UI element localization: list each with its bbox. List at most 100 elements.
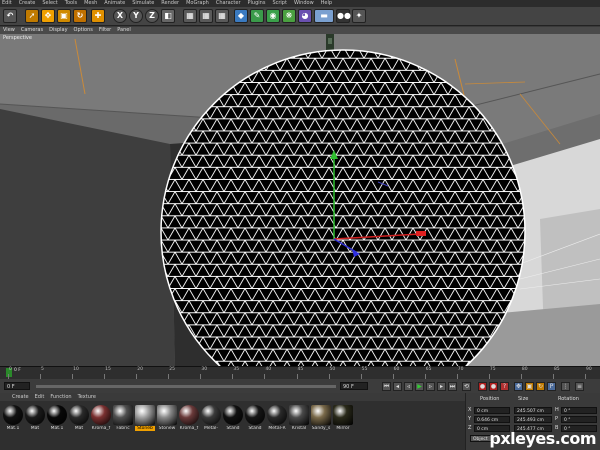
menu-item-plugins[interactable]: Plugins (248, 0, 266, 7)
material-swatch[interactable]: Sandy_s (311, 405, 331, 431)
light-button[interactable]: ✦ (352, 9, 366, 23)
viewport-menu-cameras[interactable]: Cameras (21, 27, 43, 34)
menu-item-help[interactable]: Help (321, 0, 332, 7)
material-swatch[interactable]: Metal- (201, 405, 221, 431)
prev-key-button[interactable]: ◂ (393, 382, 402, 391)
render-view-button[interactable]: ▦ (183, 9, 197, 23)
menu-item-window[interactable]: Window (294, 0, 314, 7)
start-frame-field[interactable]: 0 F (4, 382, 30, 390)
timeline[interactable]: 0 5 10 15 20 25 30 35 40 45 50 55 60 65 70 75 80 85 90 0 F (0, 366, 600, 380)
render-settings-button[interactable]: ▦ (215, 9, 229, 23)
menu-item-edit[interactable]: Edit (2, 0, 12, 7)
material-swatch[interactable]: Fabric (113, 405, 133, 431)
keyframe-selection-button[interactable]: ? (500, 382, 509, 391)
material-menu-edit[interactable]: Edit (35, 393, 45, 401)
viewport-menu-panel[interactable]: Panel (117, 27, 131, 34)
spline-button[interactable]: ✎ (250, 9, 264, 23)
menu-item-render[interactable]: Render (161, 0, 179, 7)
menu-item-create[interactable]: Create (19, 0, 36, 7)
key-position-button[interactable]: ✥ (514, 382, 523, 391)
deformer-button[interactable]: ◕ (298, 9, 312, 23)
play-button[interactable]: ▶ (415, 382, 424, 391)
menu-item-select[interactable]: Select (42, 0, 57, 7)
deformer-icon: ◕ (301, 11, 309, 20)
viewport-menu-options[interactable]: Options (74, 27, 93, 34)
material-menu-create[interactable]: Create (12, 393, 29, 401)
menu-item-tools[interactable]: Tools (65, 0, 77, 7)
range-slider[interactable] (36, 385, 336, 388)
material-name: Kroma_f (91, 426, 111, 431)
material-swatch[interactable]: Kroma_f (91, 405, 111, 431)
key-scale-button[interactable]: ▣ (525, 382, 534, 391)
y-position-field[interactable]: 0.646 cm (474, 416, 510, 423)
y-size-field[interactable]: 245.493 cm (514, 416, 552, 423)
viewport-menu-filter[interactable]: Filter (99, 27, 111, 34)
x-size-field[interactable]: 245.507 cm (514, 407, 552, 414)
end-frame-field[interactable]: 90 F (340, 382, 368, 390)
material-swatch[interactable]: Kristal (289, 405, 309, 431)
material-swatch[interactable]: Stonew (157, 405, 177, 431)
material-swatch[interactable]: Mat (69, 405, 89, 431)
camera-button[interactable]: ●● (336, 9, 351, 23)
menu-item-mograph[interactable]: MoGraph (186, 0, 209, 7)
key-param-button[interactable]: P (547, 382, 556, 391)
select-tool-button[interactable]: ➚ (25, 9, 39, 23)
material-menu-texture[interactable]: Texture (78, 393, 96, 401)
viewport[interactable]: Perspective (0, 34, 600, 366)
menu-item-mesh[interactable]: Mesh (84, 0, 97, 7)
material-menu-function[interactable]: Function (50, 393, 71, 401)
material-swatch[interactable]: Mat.1 (3, 405, 23, 431)
material-swatch[interactable]: Stoneb (135, 405, 155, 431)
next-frame-button[interactable]: ▹ (426, 382, 435, 391)
key-pla-button[interactable]: ⋮ (561, 382, 570, 391)
go-start-button[interactable]: ⏮ (382, 382, 391, 391)
autokey-button[interactable]: ● (489, 382, 498, 391)
primitive-cube-button[interactable]: ◆ (234, 9, 248, 23)
record-button[interactable]: ● (478, 382, 487, 391)
rotate-tool-button[interactable]: ↻ (73, 9, 87, 23)
viewport-menu: View Cameras Display Options Filter Panel (0, 27, 600, 34)
scale-tool-button[interactable]: ▣ (57, 9, 71, 23)
coord-system-button[interactable]: ◧ (161, 9, 175, 23)
step-back-icon: ◃ (406, 383, 410, 390)
x-position-field[interactable]: 0 cm (474, 407, 510, 414)
material-preview (245, 405, 265, 425)
viewport-menu-display[interactable]: Display (49, 27, 67, 34)
position-header: Position (480, 396, 500, 402)
menu-item-script[interactable]: Script (272, 0, 287, 7)
timeline-options-button[interactable]: ≡ (575, 382, 584, 391)
clapper-play-icon: ▦ (202, 11, 210, 20)
go-end-button[interactable]: ⏭ (448, 382, 457, 391)
scene-button[interactable]: ▬ (314, 9, 334, 23)
y-axis-button[interactable]: Y (129, 9, 143, 23)
render-picture-button[interactable]: ▦ (199, 9, 213, 23)
undo-button[interactable]: ↶ (3, 9, 17, 23)
material-swatch[interactable]: Metal-R (267, 405, 287, 431)
material-name: Stand (226, 426, 240, 431)
menu-item-character[interactable]: Character (216, 0, 241, 7)
prev-frame-button[interactable]: ◃ (404, 382, 413, 391)
material-swatch[interactable]: Stand (245, 405, 265, 431)
loop-button[interactable]: ⟲ (462, 382, 471, 391)
live-select-button[interactable]: ✚ (91, 9, 105, 23)
material-name: Mat (30, 426, 40, 431)
material-swatch[interactable]: Kroma_f (179, 405, 199, 431)
z-axis-button[interactable]: Z (145, 9, 159, 23)
material-preview (47, 405, 67, 425)
material-swatch[interactable]: Mat.1 (47, 405, 67, 431)
menu-item-animate[interactable]: Animate (104, 0, 125, 7)
material-swatch[interactable]: Mat (25, 405, 45, 431)
next-key-button[interactable]: ▸ (437, 382, 446, 391)
h-rotation-field[interactable]: 0 ° (561, 407, 597, 414)
p-rotation-field[interactable]: 0 ° (561, 416, 597, 423)
nurbs-button[interactable]: ◉ (266, 9, 280, 23)
key-rotation-button[interactable]: ↻ (536, 382, 545, 391)
move-tool-button[interactable]: ✥ (41, 9, 55, 23)
scale-icon: ▣ (60, 11, 68, 20)
material-swatch[interactable]: Stand (223, 405, 243, 431)
menu-item-simulate[interactable]: Simulate (132, 0, 154, 7)
material-swatch[interactable]: Mirror (333, 405, 353, 431)
viewport-menu-view[interactable]: View (3, 27, 15, 34)
x-axis-button[interactable]: X (113, 9, 127, 23)
array-button[interactable]: ❋ (282, 9, 296, 23)
